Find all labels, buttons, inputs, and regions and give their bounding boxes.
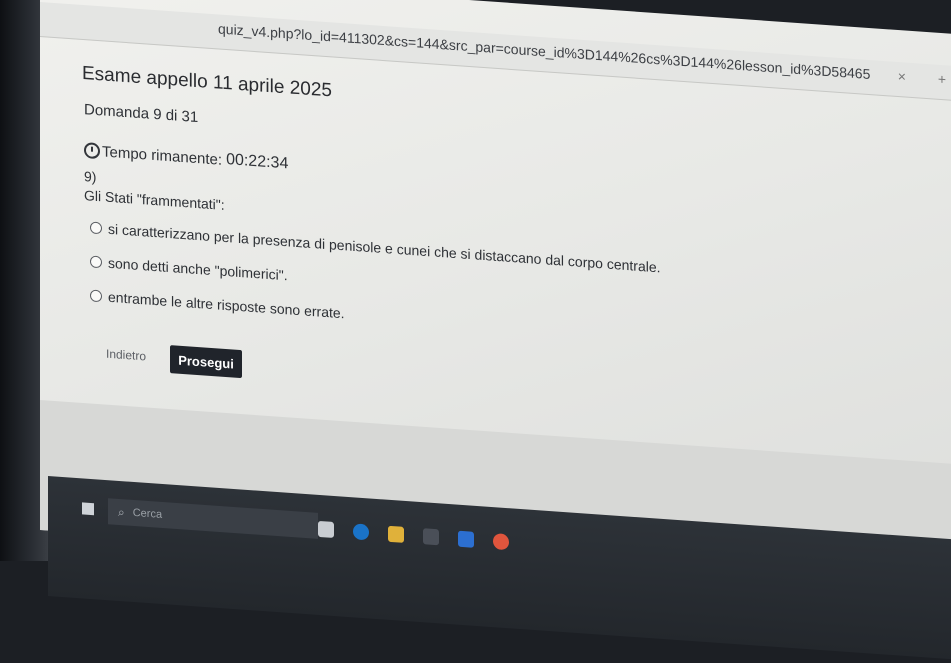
outlook-icon[interactable] — [458, 530, 474, 548]
window-controls[interactable]: × + — [898, 68, 951, 88]
clock-icon — [84, 142, 100, 160]
timer-value: 00:22:34 — [226, 151, 289, 173]
answer-option-label: entrambe le altre risposte sono errate. — [108, 288, 345, 322]
file-explorer-icon[interactable] — [388, 525, 404, 543]
radio-icon[interactable] — [90, 255, 102, 269]
page-title: Esame appello 11 aprile 2025 — [82, 62, 332, 102]
question-number: 9) — [84, 168, 97, 185]
edge-browser-icon[interactable] — [353, 523, 369, 541]
question-counter: Domanda 9 di 31 — [84, 101, 199, 127]
next-button[interactable]: Prosegui — [170, 345, 242, 379]
url-text[interactable]: quiz_v4.php?lo_id=411302&cs=144&src_par=… — [218, 20, 870, 82]
search-icon: ⌕ — [118, 504, 125, 519]
store-icon[interactable] — [423, 528, 439, 546]
taskbar-search-placeholder: Cerca — [132, 506, 163, 521]
timer: Tempo rimanente: 00:22:34 — [84, 141, 288, 173]
answer-option-2[interactable]: sono detti anche "polimerici". — [90, 253, 288, 283]
chrome-icon[interactable] — [493, 533, 509, 551]
radio-icon[interactable] — [90, 289, 102, 303]
timer-label: Tempo rimanente: — [102, 142, 223, 169]
answer-option-3[interactable]: entrambe le altre risposte sono errate. — [90, 287, 345, 321]
taskbar-search[interactable]: ⌕ Cerca — [108, 498, 318, 539]
windows-start-icon[interactable] — [82, 502, 94, 516]
answer-option-label: sono detti anche "polimerici". — [108, 254, 288, 284]
radio-icon[interactable] — [90, 221, 102, 235]
back-button[interactable]: Indietro — [106, 347, 146, 364]
task-view-icon[interactable] — [318, 520, 334, 538]
question-text: Gli Stati "frammentati": — [84, 187, 225, 213]
